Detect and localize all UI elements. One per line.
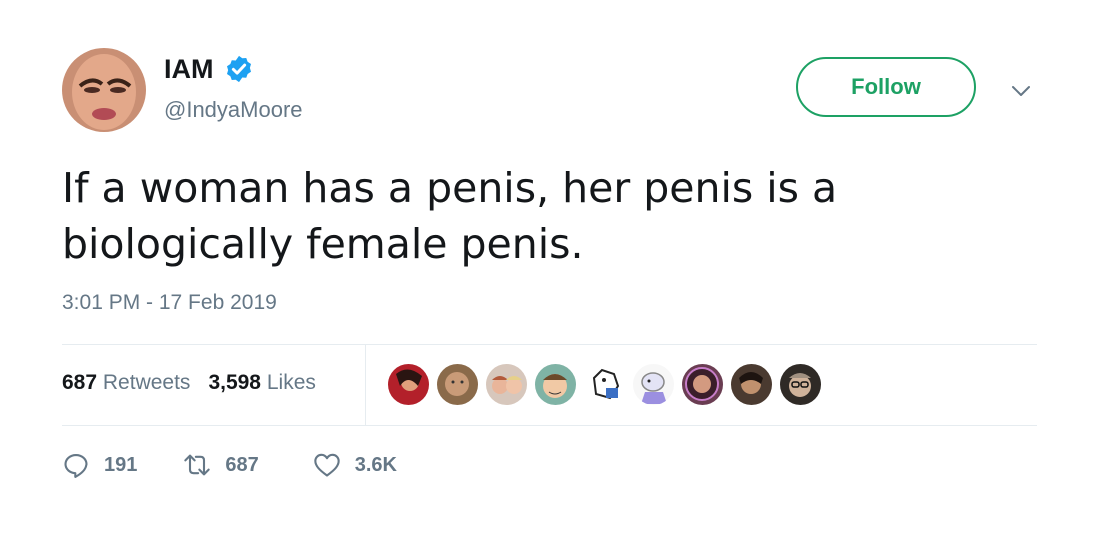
likes-count: 3,598 xyxy=(208,371,261,394)
liker-avatar[interactable] xyxy=(682,364,723,405)
tweet-timestamp[interactable]: 3:01 PM - 17 Feb 2019 xyxy=(62,291,277,315)
liker-avatar[interactable] xyxy=(437,364,478,405)
author-handle[interactable]: @IndyaMoore xyxy=(164,97,303,123)
display-name-text: IAM xyxy=(164,54,214,84)
liker-avatar[interactable] xyxy=(535,364,576,405)
likes-stat[interactable]: 3,598 Likes xyxy=(208,371,315,395)
reply-icon xyxy=(64,454,88,478)
liker-avatar[interactable] xyxy=(780,364,821,405)
follow-button[interactable]: Follow xyxy=(796,57,976,117)
retweets-count: 687 xyxy=(62,371,98,394)
reply-count: 191 xyxy=(104,453,138,476)
liker-avatar[interactable] xyxy=(633,364,674,405)
retweets-stat[interactable]: 687 Retweets xyxy=(62,371,190,395)
like-count: 3.6K xyxy=(354,453,397,476)
likes-label: Likes xyxy=(266,371,316,394)
retweet-count: 687 xyxy=(225,453,259,476)
reply-button[interactable]: 191 xyxy=(62,451,137,479)
stats-divider xyxy=(365,345,366,425)
heart-icon xyxy=(314,453,340,477)
tweet-card: IAM @IndyaMoore Follow If a woman has a … xyxy=(0,0,1101,547)
retweet-button[interactable]: 687 xyxy=(183,451,259,479)
author-avatar[interactable] xyxy=(62,48,146,132)
divider xyxy=(62,344,1037,345)
retweets-label: Retweets xyxy=(102,371,191,394)
tweet-stats: 687 Retweets 3,598 Likes xyxy=(62,371,316,395)
retweet-icon xyxy=(184,454,211,476)
liker-avatar[interactable] xyxy=(731,364,772,405)
liker-avatars xyxy=(388,364,821,405)
chevron-down-icon[interactable] xyxy=(1010,80,1032,102)
verified-badge-icon xyxy=(226,55,251,83)
author-name[interactable]: IAM xyxy=(164,52,254,86)
liker-avatar[interactable] xyxy=(388,364,429,405)
liker-avatar[interactable] xyxy=(584,364,625,405)
tweet-text: If a woman has a penis, her penis is a b… xyxy=(62,164,838,268)
liker-avatar[interactable] xyxy=(486,364,527,405)
like-button[interactable]: 3.6K xyxy=(313,451,397,479)
tweet-actions: 191 687 3.6K xyxy=(62,451,397,479)
divider xyxy=(62,425,1037,426)
